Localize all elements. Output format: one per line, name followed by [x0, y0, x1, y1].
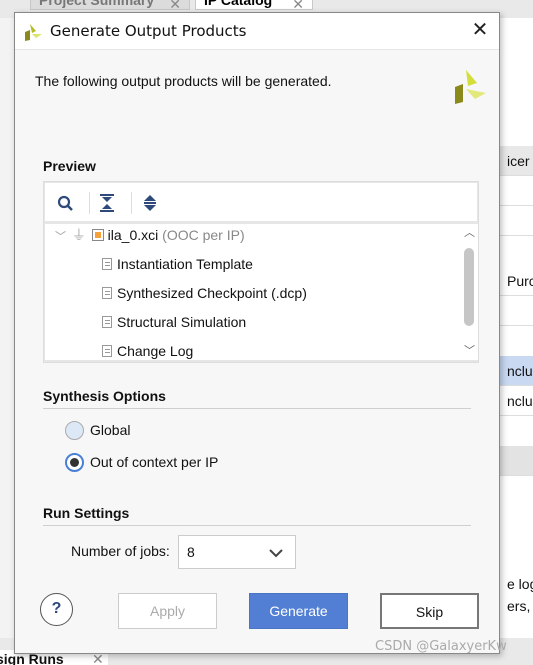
table-cell: Purc: [499, 266, 533, 296]
table-cell[interactable]: nclu: [499, 386, 533, 416]
close-icon[interactable]: ✕: [169, 0, 181, 9]
out-of-context-radio[interactable]: [65, 453, 84, 472]
divider: [131, 192, 132, 214]
tree-node[interactable]: Synthesized Checkpoint (.dcp): [102, 282, 307, 304]
text-fragment: ers,: [507, 598, 531, 614]
scrollbar-thumb[interactable]: [464, 248, 474, 326]
help-button[interactable]: ?: [40, 593, 73, 626]
tree-node-root[interactable]: ﹀ ⏚ ila_0.xci (OOC per IP): [55, 224, 245, 246]
title-bar: Generate Output Products ✕: [15, 13, 499, 50]
tree-node[interactable]: Structural Simulation: [102, 311, 246, 333]
document-icon: [102, 287, 112, 299]
intro-text: The following output products will be ge…: [35, 73, 332, 89]
synthesis-options-heading: Synthesis Options: [43, 388, 166, 404]
apply-button[interactable]: Apply: [118, 593, 217, 629]
out-of-context-radio-label[interactable]: Out of context per IP: [90, 454, 218, 470]
preview-panel: ﹀ ⏚ ila_0.xci (OOC per IP) Instantiation…: [43, 181, 479, 363]
apply-label: Apply: [149, 603, 186, 619]
tree-node-label: Synthesized Checkpoint (.dcp): [117, 285, 307, 301]
table-row: [499, 206, 533, 236]
right-pane: icer Purc nclu nclu e log ers,: [499, 18, 533, 638]
global-radio[interactable]: [65, 421, 84, 440]
preview-heading: Preview: [43, 158, 96, 174]
close-button[interactable]: ✕: [469, 19, 491, 41]
radio-label-text: Global: [90, 422, 131, 438]
tree-node-label: Instantiation Template: [117, 256, 253, 272]
chevron-down-icon: [269, 549, 283, 558]
expand-all-icon[interactable]: [142, 194, 158, 212]
table-row: [499, 176, 533, 206]
table-cell[interactable]: nclu: [499, 356, 533, 386]
jobs-label: Number of jobs:: [71, 543, 170, 559]
tab-label: IP Catalog: [204, 0, 273, 8]
divider: [89, 192, 90, 214]
table-cell: icer: [499, 146, 533, 176]
document-icon: [102, 316, 112, 328]
generate-button[interactable]: Generate: [249, 593, 348, 629]
skip-button[interactable]: Skip: [380, 593, 479, 629]
generate-label: Generate: [269, 603, 328, 619]
radio-label-text: Out of context per IP: [90, 454, 219, 470]
help-icon: ?: [51, 600, 62, 617]
tree-node[interactable]: Change Log: [102, 340, 193, 360]
left-pane: [0, 18, 14, 638]
tree-node-label: Change Log: [117, 343, 194, 359]
dialog-title: Generate Output Products: [50, 22, 247, 40]
tab-label: Project Summary: [39, 0, 155, 8]
tab-project-summary[interactable]: Project Summary ✕: [30, 0, 190, 10]
preview-toolbar: [45, 183, 477, 221]
document-icon: [102, 345, 112, 357]
run-settings-heading: Run Settings: [43, 505, 130, 521]
scroll-up-icon[interactable]: ︿: [464, 224, 475, 240]
vertical-scrollbar[interactable]: ︿ ﹀: [461, 224, 478, 360]
jobs-value: 8: [187, 544, 195, 560]
ip-pin-icon: ⏚: [71, 227, 86, 243]
tree-node-mode: (OOC per IP): [162, 227, 245, 243]
divider: [43, 408, 471, 409]
scroll-down-icon[interactable]: ﹀: [464, 342, 475, 358]
tree-node-label: Structural Simulation: [117, 314, 247, 330]
generate-output-products-dialog: Generate Output Products ✕ The following…: [14, 12, 500, 654]
tab-ip-catalog[interactable]: IP Catalog ✕: [195, 0, 313, 10]
collapse-all-icon[interactable]: [99, 194, 115, 212]
jobs-select[interactable]: 8: [178, 535, 296, 569]
divider: [43, 525, 471, 526]
table-row: [499, 446, 533, 476]
tree-node[interactable]: Instantiation Template: [102, 253, 253, 275]
ip-core-icon: [91, 229, 104, 241]
vivado-logo-icon: [25, 24, 42, 41]
preview-tree: ﹀ ⏚ ila_0.xci (OOC per IP) Instantiation…: [45, 224, 461, 360]
vivado-logo-icon: [455, 70, 486, 104]
watermark: CSDN @GalaxyerKw: [375, 639, 507, 654]
text-fragment: e log: [507, 576, 533, 592]
close-icon[interactable]: ✕: [292, 0, 304, 9]
search-icon[interactable]: [57, 195, 75, 213]
global-radio-label[interactable]: Global: [90, 422, 130, 438]
document-icon: [102, 258, 112, 270]
skip-label: Skip: [415, 604, 444, 620]
table-row: [499, 296, 533, 326]
chevron-down-icon[interactable]: ﹀: [55, 231, 66, 243]
tree-node-label: ila_0.xci: [107, 227, 159, 243]
